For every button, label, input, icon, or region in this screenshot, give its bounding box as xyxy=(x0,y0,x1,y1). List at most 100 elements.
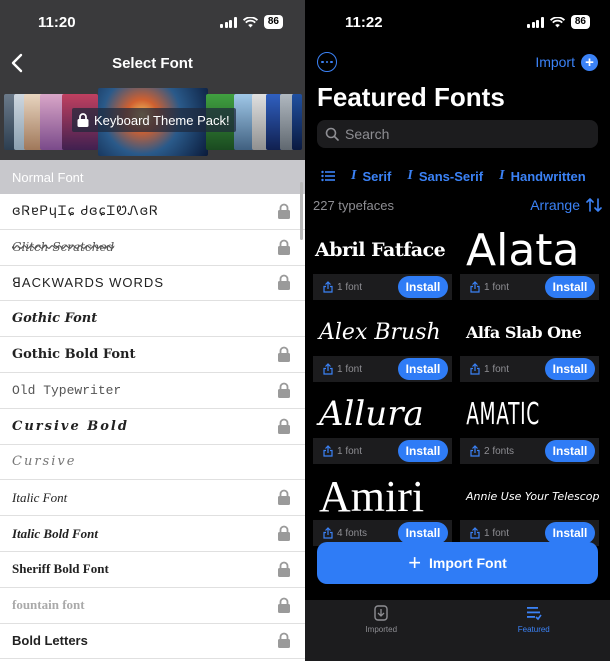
card-footer: 2 fonts Install xyxy=(460,438,599,464)
font-preview: AMATIC SC xyxy=(466,396,546,432)
arrange-label: Arrange xyxy=(530,197,580,213)
plus-circle-icon: + xyxy=(581,53,598,71)
font-card[interactable]: Amiri 4 fonts Install xyxy=(313,472,452,546)
card-footer: 1 font Install xyxy=(313,356,452,382)
font-preview: Annie Use Your Telescope xyxy=(466,489,599,503)
font-row[interactable]: Sheriff Bold Font xyxy=(0,552,305,588)
font-grid: Abril Fatface 1 font Install Alata 1 fon… xyxy=(305,218,610,546)
font-card[interactable]: Alfa Slab One 1 font Install xyxy=(460,308,599,382)
install-button[interactable]: Install xyxy=(545,358,595,380)
card-footer: 1 font Install xyxy=(460,356,599,382)
font-card[interactable]: Alex Brush 1 font Install xyxy=(313,308,452,382)
font-preview: Alfa Slab One xyxy=(466,322,582,342)
font-name: ɞᏒɐᏢɥᏆɕ ᏧɞɕᏆᏬᏁɞᏒ xyxy=(12,203,159,219)
signal-icon xyxy=(220,16,237,28)
install-button[interactable]: Install xyxy=(545,522,595,544)
install-button[interactable]: Install xyxy=(398,522,448,544)
filter-sans-serif[interactable]: I Sans-Serif xyxy=(407,168,483,184)
status-icons: 86 xyxy=(527,15,590,29)
scrollbar[interactable] xyxy=(300,182,303,240)
share-icon xyxy=(470,281,480,293)
font-row[interactable]: Old Typewriter xyxy=(0,373,305,409)
share-group[interactable]: 1 font xyxy=(323,281,362,293)
lock-icon xyxy=(278,203,290,219)
install-button[interactable]: Install xyxy=(545,276,595,298)
status-time: 11:22 xyxy=(345,13,383,31)
featured-fonts-screen: 11:22 86 Import + Featured Fonts Search … xyxy=(305,0,610,661)
font-count: 1 font xyxy=(337,281,363,293)
select-font-screen: 11:20 86 Select Font Keyboard Theme Pack… xyxy=(0,0,305,661)
share-group[interactable]: 4 fonts xyxy=(323,527,367,539)
font-card[interactable]: Annie Use Your Telescope 1 font Install xyxy=(460,472,599,546)
back-chevron-icon[interactable] xyxy=(8,51,28,75)
install-button[interactable]: Install xyxy=(398,276,448,298)
filter-bar: I Serif I Sans-Serif I Handwritten xyxy=(305,148,610,192)
share-group[interactable]: 1 font xyxy=(323,445,362,457)
install-button[interactable]: Install xyxy=(398,358,448,380)
tab-featured[interactable]: Featured xyxy=(458,600,610,661)
install-button[interactable]: Install xyxy=(398,440,448,462)
status-bar: 11:20 86 xyxy=(0,0,305,44)
wifi-icon xyxy=(242,16,258,27)
filter-handwritten[interactable]: I Handwritten xyxy=(499,168,586,184)
font-row[interactable]: Bold Letters xyxy=(0,624,305,660)
font-row[interactable]: Gothic Bold Font xyxy=(0,337,305,373)
search-field[interactable]: Search xyxy=(317,120,598,148)
font-count: 2 fonts xyxy=(484,445,515,457)
arrange-button[interactable]: Arrange xyxy=(530,197,602,213)
font-preview: Amiri xyxy=(319,472,425,520)
italic-i-icon: I xyxy=(407,168,413,183)
theme-pack-text: Keyboard Theme Pack! xyxy=(94,112,230,128)
list-icon[interactable] xyxy=(321,170,335,182)
font-row[interactable]: Italic Font xyxy=(0,480,305,517)
import-link-label: Import xyxy=(535,54,575,70)
font-row[interactable]: Glitch Scratched xyxy=(0,230,305,266)
lock-icon xyxy=(278,275,290,291)
share-icon xyxy=(323,527,333,539)
font-count: 1 font xyxy=(337,363,363,375)
font-row[interactable]: ɞᏒɐᏢɥᏆɕ ᏧɞɕᏆᏬᏁɞᏒ xyxy=(0,194,305,230)
share-icon xyxy=(470,527,480,539)
import-link[interactable]: Import + xyxy=(535,53,598,71)
lock-icon xyxy=(278,346,290,363)
search-placeholder: Search xyxy=(345,126,390,142)
share-group[interactable]: 1 font xyxy=(470,363,509,375)
font-card[interactable]: Abril Fatface 1 font Install xyxy=(313,226,452,300)
share-group[interactable]: 1 font xyxy=(470,527,509,539)
tab-bar: Imported Featured xyxy=(305,600,610,661)
tab-label: Imported xyxy=(365,625,398,634)
font-card[interactable]: Allura 1 font Install xyxy=(313,390,452,464)
font-name: Glitch Scratched xyxy=(12,240,115,255)
share-group[interactable]: 1 font xyxy=(323,363,362,375)
filter-label: Handwritten xyxy=(510,168,586,184)
font-name: Bold Letters xyxy=(12,633,88,649)
share-group[interactable]: 2 fonts xyxy=(470,445,514,457)
font-row[interactable]: Cursive Bold xyxy=(0,409,305,445)
font-row[interactable]: Italic Bold Font xyxy=(0,516,305,552)
status-time: 11:20 xyxy=(38,13,76,31)
tab-imported[interactable]: Imported xyxy=(305,600,458,661)
share-icon xyxy=(323,363,333,375)
status-bar: 11:22 86 xyxy=(305,0,610,44)
theme-pack-label: Keyboard Theme Pack! xyxy=(72,108,236,132)
install-button[interactable]: Install xyxy=(545,440,595,462)
font-row[interactable]: Gothic Font xyxy=(0,301,305,338)
featured-list-icon xyxy=(526,607,542,621)
font-count: 1 font xyxy=(484,527,510,539)
font-row[interactable]: fountain font xyxy=(0,588,305,624)
font-card[interactable]: AMATIC SC 2 fonts Install xyxy=(460,390,599,464)
font-name: ꓭACKWARDS WORDS xyxy=(12,274,164,290)
theme-thumb xyxy=(292,94,302,150)
import-font-button[interactable]: + Import Font xyxy=(317,542,598,584)
font-row[interactable]: ꓭACKWARDS WORDS xyxy=(0,266,305,302)
sort-arrows-icon xyxy=(586,198,602,212)
font-row[interactable]: Cursive xyxy=(0,445,305,481)
share-group[interactable]: 1 font xyxy=(470,281,509,293)
font-card[interactable]: Alata 1 font Install xyxy=(460,226,599,300)
section-header-normal-font[interactable]: Normal Font xyxy=(0,160,305,194)
font-name: Gothic Bold Font xyxy=(12,347,136,363)
share-icon xyxy=(470,363,480,375)
more-options-icon[interactable] xyxy=(317,52,337,72)
filter-serif[interactable]: I Serif xyxy=(351,168,391,184)
theme-pack-banner[interactable]: Keyboard Theme Pack! xyxy=(0,82,305,160)
